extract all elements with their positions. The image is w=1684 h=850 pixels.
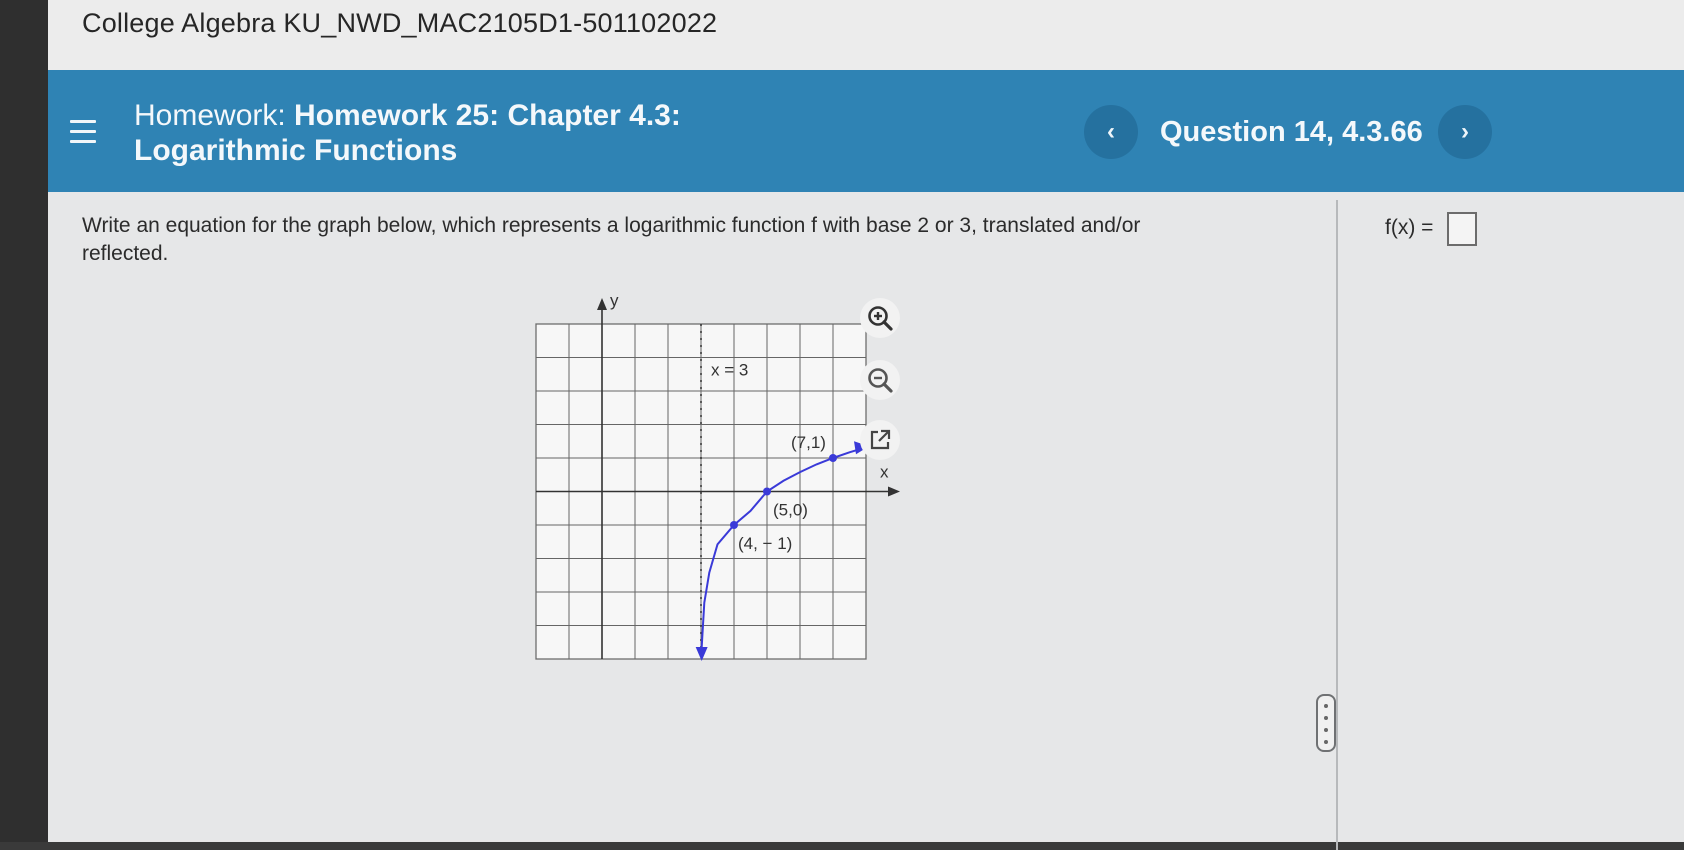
zoom-in-icon xyxy=(868,306,893,331)
asymptote-label: x = 3 xyxy=(711,361,748,380)
course-title: College Algebra KU_NWD_MAC2105D1-5011020… xyxy=(82,8,718,38)
zoom-out-icon xyxy=(868,368,893,393)
point-label: (4, − 1) xyxy=(738,534,792,553)
course-bar: College Algebra KU_NWD_MAC2105D1-5011020… xyxy=(48,0,1684,70)
question-text: Write an equation for the graph below, w… xyxy=(82,214,1141,265)
y-axis-arrow xyxy=(597,298,607,310)
x-axis-label: x xyxy=(880,463,889,482)
log-function-graph: y x x = 3 (7,1) (5,0) (4, − 1) xyxy=(535,291,900,661)
open-graph-in-new-window-button[interactable] xyxy=(860,420,900,460)
curve-point xyxy=(763,487,771,496)
pane-resize-handle[interactable] xyxy=(1316,694,1336,752)
curve-point xyxy=(730,521,738,529)
pane-divider xyxy=(1336,200,1338,850)
curve-point xyxy=(829,454,837,462)
answer-input[interactable] xyxy=(1447,212,1477,246)
homework-title-prefix: Homework: xyxy=(134,99,295,132)
zoom-in-button[interactable] xyxy=(860,298,900,338)
homework-header: Homework: Homework 25: Chapter 4.3: Loga… xyxy=(48,70,1684,192)
point-label: (7,1) xyxy=(791,433,826,452)
x-axis-arrow xyxy=(888,486,900,497)
homework-title: Homework: Homework 25: Chapter 4.3: Loga… xyxy=(134,98,774,168)
point-label: (5,0) xyxy=(773,501,808,520)
next-question-button[interactable]: › xyxy=(1438,105,1492,159)
zoom-out-button[interactable] xyxy=(860,360,900,400)
y-axis-label: y xyxy=(610,291,619,310)
answer-label: f(x) = xyxy=(1385,216,1434,239)
page: College Algebra KU_NWD_MAC2105D1-5011020… xyxy=(48,0,1684,850)
external-link-icon xyxy=(870,429,891,450)
hamburger-menu-icon[interactable] xyxy=(70,120,96,146)
previous-question-button[interactable]: ‹ xyxy=(1084,105,1138,159)
question-label: Question 14, 4.3.66 xyxy=(1160,116,1423,148)
question-content: Write an equation for the graph below, w… xyxy=(48,192,1684,850)
